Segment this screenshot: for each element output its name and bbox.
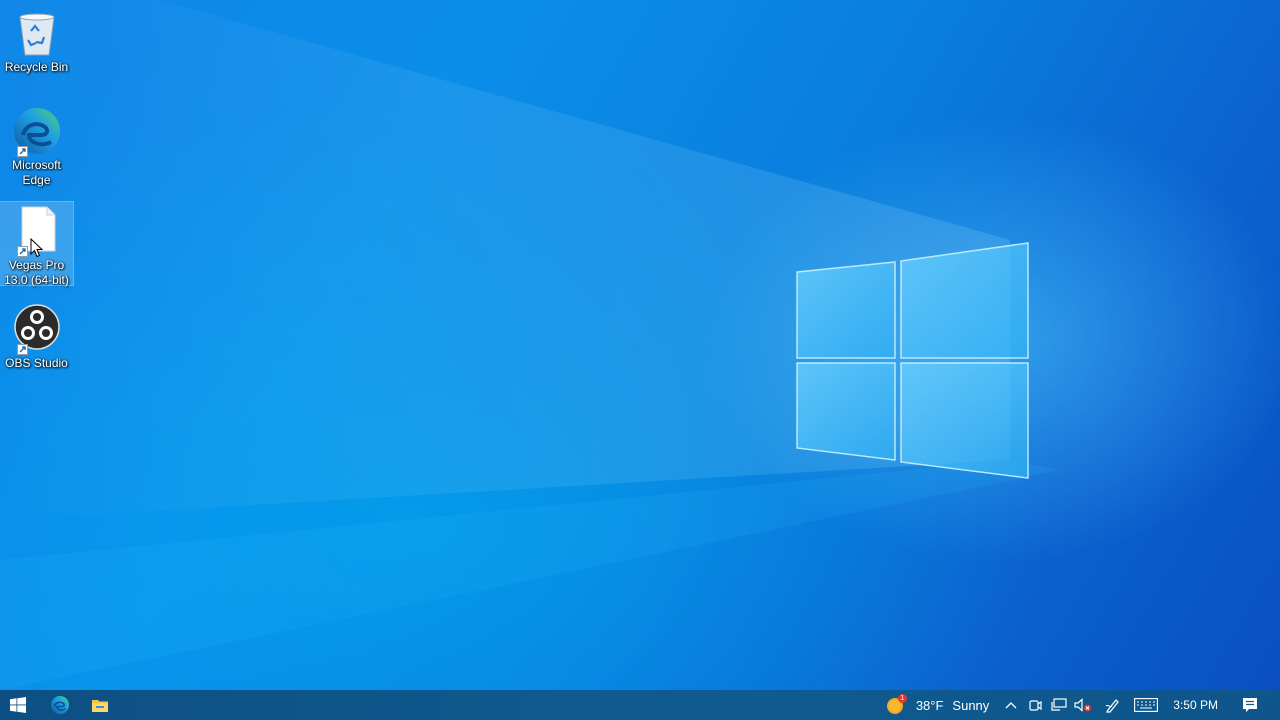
network-button[interactable] xyxy=(1047,690,1071,720)
keyboard-icon xyxy=(1134,698,1159,712)
show-hidden-icons-button[interactable] xyxy=(999,690,1023,720)
system-tray: 1 38°F Sunny 3:50 PM xyxy=(883,690,1280,720)
action-center-button[interactable] xyxy=(1232,690,1268,720)
taskbar-clock[interactable]: 3:50 PM xyxy=(1173,690,1218,720)
weather-temperature[interactable]: 38°F xyxy=(916,690,944,720)
edge-icon xyxy=(11,105,63,157)
desktop-icon-microsoft-edge[interactable]: Microsoft Edge xyxy=(0,102,73,188)
shortcut-arrow-icon xyxy=(16,246,28,257)
desktop-icon-obs-studio[interactable]: OBS Studio xyxy=(0,300,73,371)
weather-condition[interactable]: Sunny xyxy=(952,690,989,720)
desktop-icon-recycle-bin[interactable]: Recycle Bin xyxy=(0,4,73,75)
taskbar-file-explorer-button[interactable] xyxy=(80,690,120,720)
taskbar: 1 38°F Sunny 3:50 PM xyxy=(0,690,1280,720)
network-icon xyxy=(1051,698,1067,711)
touch-keyboard-button[interactable] xyxy=(1129,690,1163,720)
wallpaper-light-beams xyxy=(0,0,1060,690)
pen-icon xyxy=(1105,699,1120,713)
desktop-icon-label: Vegas Pro 13.0 (64-bit) xyxy=(4,258,69,287)
shortcut-arrow-icon xyxy=(16,146,28,157)
shortcut-arrow-icon xyxy=(16,344,28,355)
edge-icon xyxy=(51,696,69,714)
desktop-icon-label: Recycle Bin xyxy=(4,60,69,74)
volume-muted-icon xyxy=(1074,698,1092,712)
desktop-icon-label: OBS Studio xyxy=(5,356,68,370)
obs-icon xyxy=(11,303,63,355)
volume-button[interactable] xyxy=(1071,690,1095,720)
desktop-icon-label: Microsoft Edge xyxy=(12,158,61,187)
chevron-up-icon xyxy=(1005,702,1017,709)
windows-logo-wallpaper xyxy=(796,242,1029,479)
weather-badge: 1 xyxy=(897,694,907,703)
action-center-icon xyxy=(1243,698,1257,712)
start-windows-icon xyxy=(10,697,26,713)
desktop-background[interactable]: Recycle Bin Microsoft Edge Vegas Pro 13.… xyxy=(0,0,1280,690)
recycle-bin-icon xyxy=(11,7,63,59)
meet-now-button[interactable] xyxy=(1023,690,1047,720)
file-explorer-icon xyxy=(92,700,108,712)
start-button[interactable] xyxy=(0,690,36,720)
weather-widget-button[interactable]: 1 xyxy=(883,690,907,720)
taskbar-edge-button[interactable] xyxy=(40,690,80,720)
mouse-pointer-icon xyxy=(30,238,44,258)
pen-workspace-button[interactable] xyxy=(1099,690,1127,720)
meet-now-icon xyxy=(1029,700,1042,711)
